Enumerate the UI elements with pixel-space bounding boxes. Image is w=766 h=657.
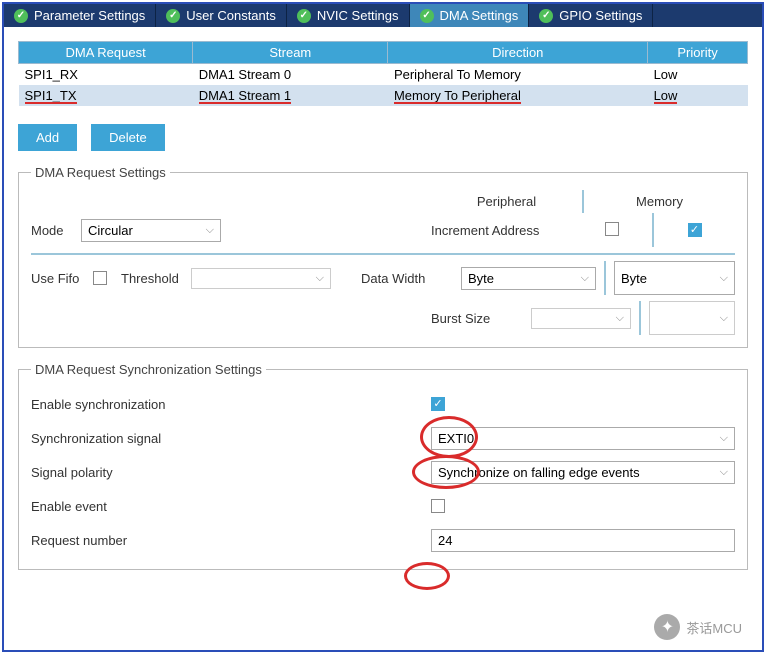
cell-stream: DMA1 Stream 1 bbox=[193, 85, 388, 106]
signal-polarity-select[interactable]: Synchronize on falling edge events⌵ bbox=[431, 461, 735, 484]
data-width-memory-select[interactable]: Byte⌵ bbox=[614, 261, 735, 295]
use-fifo-checkbox[interactable] bbox=[93, 271, 107, 285]
sync-signal-label: Synchronization signal bbox=[31, 431, 431, 446]
cell-prio: Low bbox=[648, 64, 748, 86]
threshold-label: Threshold bbox=[121, 271, 191, 286]
delete-button[interactable]: Delete bbox=[91, 124, 165, 151]
cell-req: SPI1_RX bbox=[19, 64, 193, 86]
col-priority: Priority bbox=[648, 42, 748, 64]
mode-select[interactable]: Circular⌵ bbox=[81, 219, 221, 242]
table-header-row: DMA Request Stream Direction Priority bbox=[19, 42, 748, 64]
tab-nvic-settings[interactable]: ✓ NVIC Settings bbox=[287, 4, 410, 27]
column-memory: Memory bbox=[582, 190, 735, 213]
threshold-select: ⌵ bbox=[191, 268, 331, 289]
request-number-label: Request number bbox=[31, 533, 431, 548]
check-icon: ✓ bbox=[14, 9, 28, 23]
cell-dir: Memory To Peripheral bbox=[388, 85, 648, 106]
cell-prio: Low bbox=[648, 85, 748, 106]
request-number-input[interactable]: 24 bbox=[431, 529, 735, 552]
col-direction: Direction bbox=[388, 42, 648, 64]
chevron-down-icon: ⌵ bbox=[720, 466, 728, 479]
tab-parameter-settings[interactable]: ✓ Parameter Settings bbox=[4, 4, 156, 27]
burst-peripheral-select: ⌵ bbox=[531, 308, 631, 329]
burst-size-label: Burst Size bbox=[431, 311, 531, 326]
tab-label: Parameter Settings bbox=[34, 8, 145, 23]
tab-user-constants[interactable]: ✓ User Constants bbox=[156, 4, 287, 27]
burst-memory-select: ⌵ bbox=[649, 301, 735, 335]
table-row[interactable]: SPI1_TX DMA1 Stream 1 Memory To Peripher… bbox=[19, 85, 748, 106]
check-icon: ✓ bbox=[297, 9, 311, 23]
check-icon: ✓ bbox=[420, 9, 434, 23]
dma-table: DMA Request Stream Direction Priority SP… bbox=[18, 41, 748, 106]
col-stream: Stream bbox=[193, 42, 388, 64]
sync-signal-select[interactable]: EXTI0⌵ bbox=[431, 427, 735, 450]
group-legend: DMA Request Synchronization Settings bbox=[31, 362, 266, 377]
watermark-text: 茶话MCU bbox=[686, 618, 742, 637]
inc-addr-memory-checkbox[interactable]: ✓ bbox=[688, 223, 702, 237]
tab-gpio-settings[interactable]: ✓ GPIO Settings bbox=[529, 4, 653, 27]
col-dma-request: DMA Request bbox=[19, 42, 193, 64]
increment-address-label: Increment Address bbox=[431, 223, 571, 238]
chevron-down-icon: ⌵ bbox=[581, 272, 589, 285]
dma-request-settings-group: DMA Request Settings Peripheral Memory M… bbox=[18, 165, 748, 348]
inc-addr-peripheral-checkbox[interactable] bbox=[605, 222, 619, 236]
cell-req: SPI1_TX bbox=[19, 85, 193, 106]
enable-sync-label: Enable synchronization bbox=[31, 397, 431, 412]
tab-label: NVIC Settings bbox=[317, 8, 399, 23]
chevron-down-icon: ⌵ bbox=[206, 224, 214, 237]
group-legend: DMA Request Settings bbox=[31, 165, 170, 180]
check-icon: ✓ bbox=[166, 9, 180, 23]
add-button[interactable]: Add bbox=[18, 124, 77, 151]
enable-sync-checkbox[interactable]: ✓ bbox=[431, 397, 445, 411]
tab-label: DMA Settings bbox=[440, 8, 519, 23]
wechat-icon: ✦ bbox=[654, 614, 680, 640]
chevron-down-icon: ⌵ bbox=[720, 432, 728, 445]
tab-label: User Constants bbox=[186, 8, 276, 23]
mode-label: Mode bbox=[31, 223, 81, 238]
cell-dir: Peripheral To Memory bbox=[388, 64, 648, 86]
tab-label: GPIO Settings bbox=[559, 8, 642, 23]
dma-sync-settings-group: DMA Request Synchronization Settings Ena… bbox=[18, 362, 748, 570]
use-fifo-label: Use Fifo bbox=[31, 271, 93, 286]
chevron-down-icon: ⌵ bbox=[720, 312, 728, 325]
table-row[interactable]: SPI1_RX DMA1 Stream 0 Peripheral To Memo… bbox=[19, 64, 748, 86]
chevron-down-icon: ⌵ bbox=[616, 312, 624, 325]
data-width-label: Data Width bbox=[361, 271, 461, 286]
cell-stream: DMA1 Stream 0 bbox=[193, 64, 388, 86]
enable-event-label: Enable event bbox=[31, 499, 431, 514]
chevron-down-icon: ⌵ bbox=[720, 272, 728, 285]
tab-bar: ✓ Parameter Settings ✓ User Constants ✓ NVI… bbox=[4, 4, 762, 27]
watermark: ✦ 茶话MCU bbox=[654, 614, 742, 640]
column-peripheral: Peripheral bbox=[431, 190, 582, 213]
data-width-peripheral-select[interactable]: Byte⌵ bbox=[461, 267, 596, 290]
signal-polarity-label: Signal polarity bbox=[31, 465, 431, 480]
tab-dma-settings[interactable]: ✓ DMA Settings bbox=[410, 4, 530, 27]
check-icon: ✓ bbox=[539, 9, 553, 23]
chevron-down-icon: ⌵ bbox=[316, 272, 324, 285]
enable-event-checkbox[interactable] bbox=[431, 499, 445, 513]
